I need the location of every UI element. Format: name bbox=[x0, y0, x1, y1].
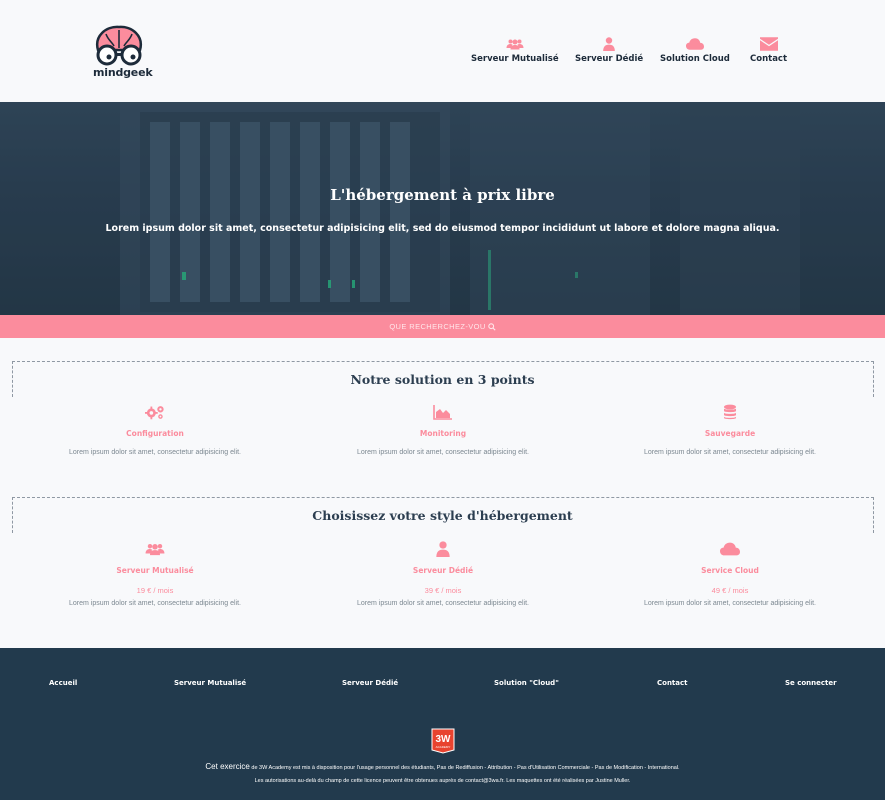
plan-text: Lorem ipsum dolor sit amet, consectetur … bbox=[357, 600, 529, 607]
plan-title: Serveur Dédié bbox=[412, 566, 474, 575]
hero-title: L'hébergement à prix libre bbox=[330, 186, 555, 204]
plan-text: Lorem ipsum dolor sit amet, consectetur … bbox=[69, 600, 241, 607]
footer-license-lead: Cet exercice bbox=[205, 762, 250, 771]
database-icon bbox=[724, 404, 736, 420]
cloud-icon bbox=[685, 38, 704, 50]
nav-item-serveur-mutualise[interactable]: Serveur Mutualisé bbox=[471, 37, 559, 64]
footer-link-accueil[interactable]: Accueil bbox=[49, 679, 77, 687]
search-bar[interactable]: QUE RECHERCHEZ-VOU bbox=[0, 315, 885, 338]
footer-link-se-connecter[interactable]: Se connecter bbox=[785, 679, 837, 687]
brand-name: mindgeek bbox=[93, 66, 153, 79]
cogs-icon bbox=[145, 406, 164, 420]
nav-label: Contact bbox=[750, 54, 788, 64]
hero-subtitle: Lorem ipsum dolor sit amet, consectetur … bbox=[105, 223, 780, 234]
plan-title: Service Cloud bbox=[701, 566, 759, 575]
plan-serveur-dedie[interactable]: Serveur Dédié 39 € / mois Lorem ipsum do… bbox=[293, 541, 593, 607]
search-placeholder: QUE RECHERCHEZ-VOU bbox=[389, 322, 486, 331]
footer-permissions-text: Les autorisations au-delà du champ de ce… bbox=[254, 778, 631, 784]
nav-item-contact[interactable]: Contact bbox=[750, 37, 787, 64]
user-icon bbox=[436, 541, 450, 557]
search-icon bbox=[487, 322, 496, 331]
svg-text:ACADEMY: ACADEMY bbox=[436, 745, 451, 749]
footer-license-text: Cet exercice de 3W Academy est mis à dis… bbox=[0, 762, 885, 771]
site-header: mindgeek Serveur Mutualisé Serveur Dédié… bbox=[0, 0, 885, 102]
footer-link-serveur-mutualise[interactable]: Serveur Mutualisé bbox=[174, 679, 246, 687]
footer-link-solution-cloud[interactable]: Solution "Cloud" bbox=[494, 679, 559, 687]
3w-academy-logo: 3W ACADEMY bbox=[431, 728, 455, 754]
footer-link-serveur-dedie[interactable]: Serveur Dédié bbox=[342, 679, 398, 687]
hero-banner: L'hébergement à prix libre Lorem ipsum d… bbox=[0, 102, 885, 315]
users-icon bbox=[506, 39, 524, 50]
plan-service-cloud[interactable]: Service Cloud 49 € / mois Lorem ipsum do… bbox=[580, 541, 880, 607]
svg-text:3W: 3W bbox=[436, 734, 452, 745]
server-rack-background-image bbox=[0, 102, 885, 315]
feature-text: Lorem ipsum dolor sit amet, consectetur … bbox=[69, 449, 241, 456]
footer-link-contact[interactable]: Contact bbox=[657, 679, 688, 687]
nav-label: Serveur Dédié bbox=[575, 54, 644, 64]
feature-sauvegarde: Sauvegarde Lorem ipsum dolor sit amet, c… bbox=[580, 404, 880, 456]
site-footer: Accueil Serveur Mutualisé Serveur Dédié … bbox=[0, 648, 885, 800]
feature-monitoring: Monitoring Lorem ipsum dolor sit amet, c… bbox=[293, 404, 593, 456]
plan-text: Lorem ipsum dolor sit amet, consectetur … bbox=[644, 600, 816, 607]
envelope-icon bbox=[759, 37, 778, 51]
user-icon bbox=[603, 37, 615, 51]
feature-title: Monitoring bbox=[419, 429, 467, 438]
plans-title: Choisissez votre style d'hébergement bbox=[312, 508, 573, 523]
feature-title: Sauvegarde bbox=[704, 429, 756, 438]
feature-text: Lorem ipsum dolor sit amet, consectetur … bbox=[357, 449, 529, 456]
plan-serveur-mutualise[interactable]: Serveur Mutualisé 19 € / mois Lorem ipsu… bbox=[5, 541, 305, 607]
plan-title: Serveur Mutualisé bbox=[116, 566, 194, 575]
nav-item-serveur-dedie[interactable]: Serveur Dédié bbox=[575, 37, 643, 64]
nav-label: Solution Cloud bbox=[660, 54, 730, 64]
plan-price: 39 € / mois bbox=[424, 586, 462, 595]
feature-title: Configuration bbox=[126, 429, 184, 438]
area-chart-icon bbox=[433, 405, 452, 420]
features-title: Notre solution en 3 points bbox=[350, 372, 535, 387]
nav-item-solution-cloud[interactable]: Solution Cloud bbox=[660, 37, 730, 64]
cloud-icon bbox=[720, 542, 740, 556]
feature-text: Lorem ipsum dolor sit amet, consectetur … bbox=[644, 449, 816, 456]
nav-label: Serveur Mutualisé bbox=[471, 54, 559, 64]
plan-price: 49 € / mois bbox=[711, 586, 749, 595]
feature-configuration: Configuration Lorem ipsum dolor sit amet… bbox=[5, 404, 305, 456]
plan-price: 19 € / mois bbox=[136, 586, 174, 595]
users-icon bbox=[145, 544, 165, 556]
footer-license-rest: de 3W Academy est mis à disposition pour… bbox=[249, 765, 680, 771]
